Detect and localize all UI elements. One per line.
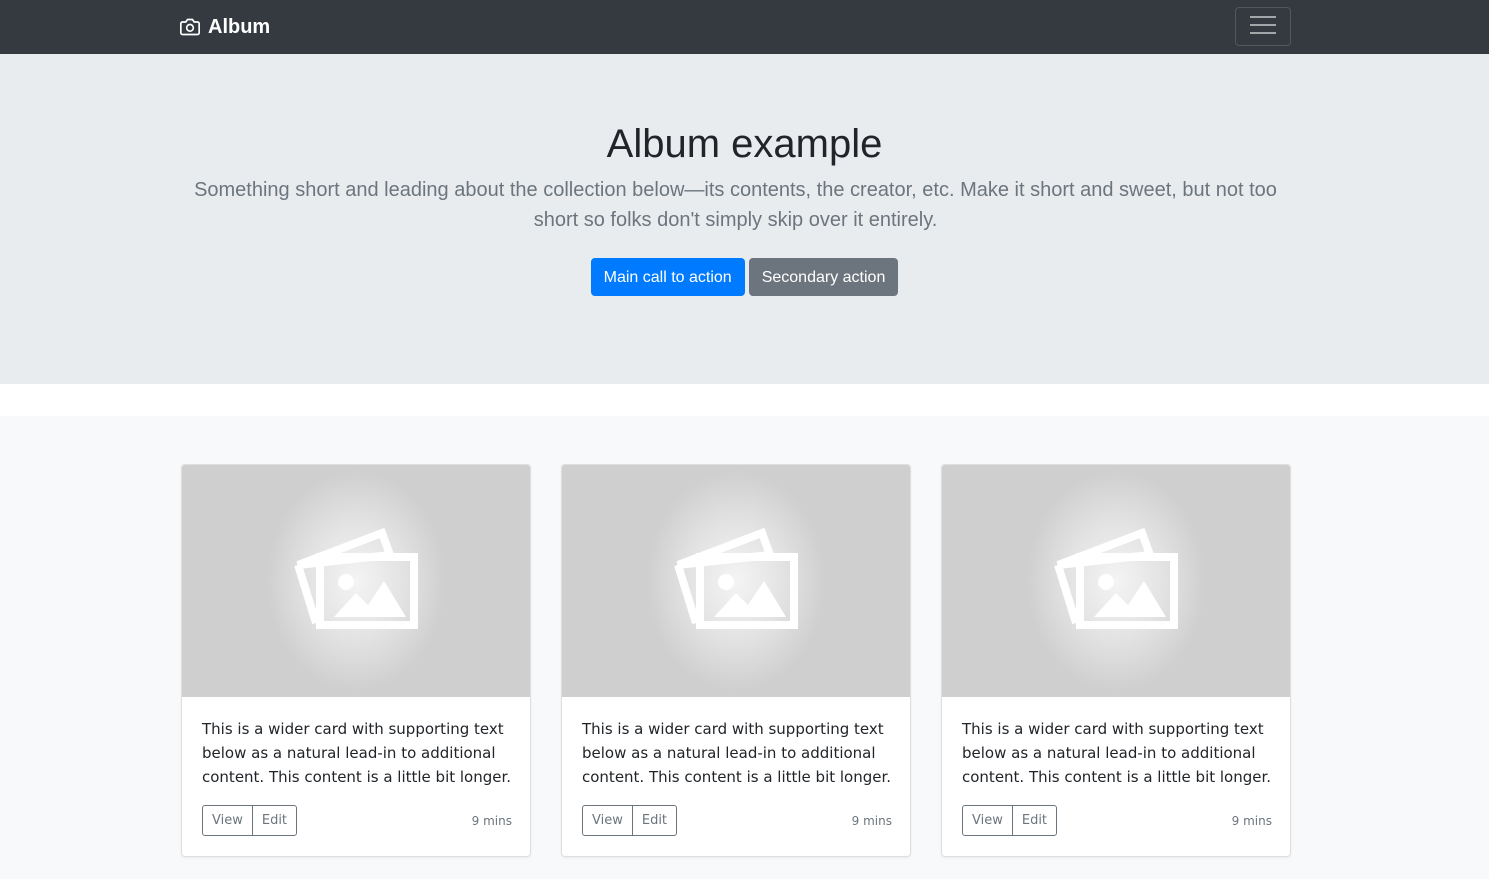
lead-text: Something short and leading about the co… <box>194 179 1277 231</box>
card-button-group: View Edit <box>202 805 298 836</box>
card-image <box>562 465 910 697</box>
brand-link[interactable]: Album <box>180 14 270 40</box>
view-button[interactable]: View <box>582 805 633 836</box>
album-card: This is a wider card with supporting tex… <box>181 464 531 857</box>
card-image <box>942 465 1290 697</box>
card-footer: View Edit 9 mins <box>202 805 512 836</box>
card-body: This is a wider card with supporting tex… <box>582 717 892 789</box>
card-time: 9 mins <box>471 813 512 828</box>
jumbotron-actions: Main call to action Secondary action <box>0 258 1489 296</box>
secondary-action-button[interactable]: Secondary action <box>748 258 899 296</box>
card-button-group: View Edit <box>962 805 1058 836</box>
image-placeholder-icon <box>294 527 418 636</box>
navbar-toggler-button[interactable] <box>1235 7 1291 46</box>
album-card: This is a wider card with supporting tex… <box>561 464 911 857</box>
edit-button[interactable]: Edit <box>1011 805 1058 836</box>
card-body: This is a wider card with supporting tex… <box>962 717 1272 789</box>
image-placeholder-icon <box>1054 527 1178 636</box>
main-call-to-action-button[interactable]: Main call to action <box>590 258 745 296</box>
album-card: This is a wider card with supporting tex… <box>941 464 1291 857</box>
brand-label: Album <box>208 16 271 38</box>
album-section: This is a wider card with supporting tex… <box>0 416 1489 879</box>
edit-button[interactable]: Edit <box>251 805 298 836</box>
hamburger-icon <box>1249 14 1277 39</box>
card-body: This is a wider card with supporting tex… <box>202 717 512 789</box>
card-button-group: View Edit <box>582 805 678 836</box>
card-text: This is a wider card with supporting tex… <box>582 720 892 786</box>
camera-icon <box>180 17 200 37</box>
card-image <box>182 465 530 697</box>
card-time: 9 mins <box>851 813 892 828</box>
card-footer: View Edit 9 mins <box>582 805 892 836</box>
card-text: This is a wider card with supporting tex… <box>962 720 1272 786</box>
edit-button[interactable]: Edit <box>631 805 678 836</box>
view-button[interactable]: View <box>202 805 253 836</box>
card-time: 9 mins <box>1231 813 1272 828</box>
image-placeholder-icon <box>674 527 798 636</box>
navbar: Album <box>0 0 1489 54</box>
card-footer: View Edit 9 mins <box>962 805 1272 836</box>
page-title: Album example <box>606 122 883 166</box>
jumbotron: Album example Something short and leadin… <box>0 54 1489 384</box>
view-button[interactable]: View <box>962 805 1013 836</box>
card-text: This is a wider card with supporting tex… <box>202 720 512 786</box>
